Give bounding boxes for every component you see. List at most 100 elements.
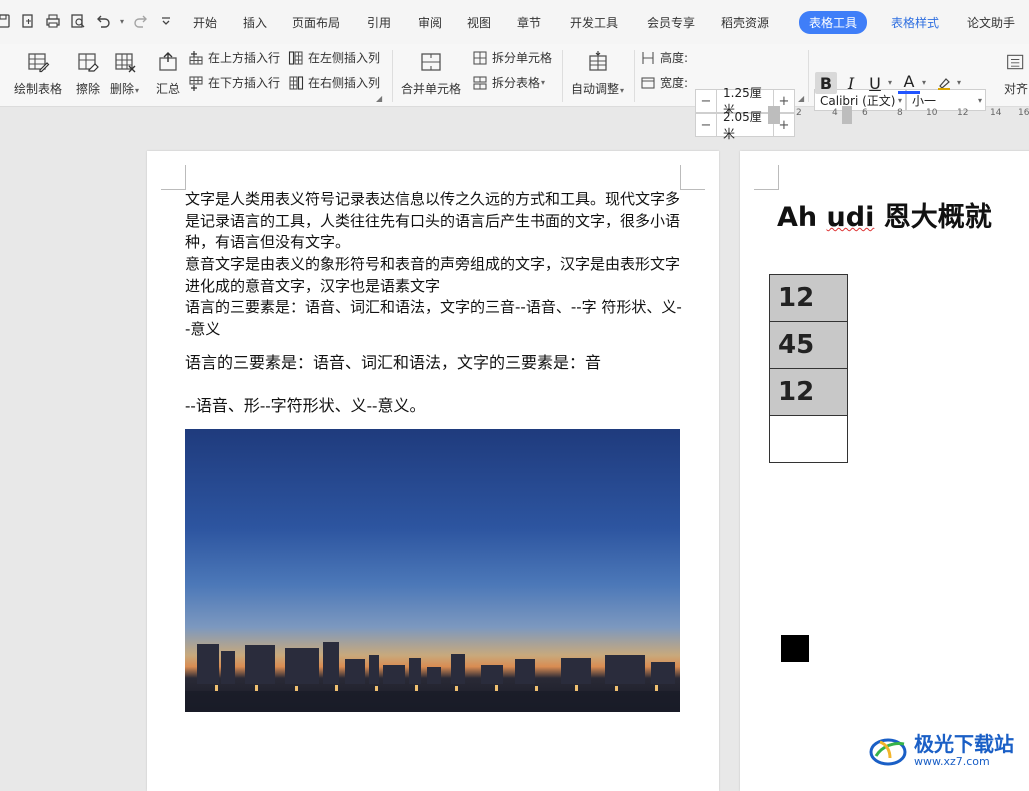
- ruler-column-marker[interactable]: [842, 106, 852, 124]
- row-height-decrement-button[interactable]: −: [696, 90, 716, 112]
- auto-fit-button[interactable]: 自动调整▾: [571, 48, 624, 97]
- cell-size-group-expand-icon[interactable]: ◢: [798, 94, 804, 103]
- horizontal-ruler[interactable]: 2 4 6 8 10 12 14 16: [740, 106, 1029, 124]
- split-cells-label: 拆分单元格: [492, 51, 553, 65]
- table-cell[interactable]: 12: [769, 368, 848, 416]
- ruler-tick: 2: [796, 108, 802, 118]
- customize-icon[interactable]: [157, 12, 175, 30]
- split-cells-icon: [472, 50, 488, 66]
- document-page-2[interactable]: Ah udi 恩大概就 12 45 12: [740, 151, 1029, 791]
- underline-button[interactable]: U: [864, 72, 886, 94]
- insert-col-left-icon: [288, 50, 304, 66]
- delete-label: 删除: [110, 82, 135, 96]
- heading-text-plain: Ah: [777, 202, 827, 233]
- body-paragraph-3[interactable]: 语言的三要素是：语音、词汇和语法，文字的三音--语音、--字 符形状、义--意义: [185, 297, 685, 340]
- table-cell[interactable]: 12: [769, 274, 848, 322]
- quick-access-toolbar: ▾: [0, 12, 182, 30]
- insert-row-above-button[interactable]: 在上方插入行: [188, 49, 280, 66]
- aurora-logo-icon: [869, 738, 907, 766]
- undo-icon[interactable]: [94, 12, 112, 30]
- split-table-button[interactable]: 拆分表格 ▾: [472, 74, 545, 91]
- insert-row-below-icon: [188, 75, 204, 91]
- summary-button[interactable]: 汇总: [154, 48, 182, 97]
- table-row: 12: [769, 368, 848, 416]
- font-size-dropdown-icon[interactable]: ▾: [978, 96, 982, 105]
- insert-row-below-button[interactable]: 在下方插入行: [188, 74, 280, 91]
- col-width-label-group: 宽度:: [640, 74, 688, 91]
- serif-paragraph-line-1[interactable]: 语言的三要素是：语音、词汇和语法，文字的三要素是：音: [185, 349, 685, 373]
- insert-row-above-label: 在上方插入行: [208, 51, 281, 65]
- page2-heading[interactable]: Ah udi 恩大概就: [777, 195, 992, 234]
- ruler-indent-marker[interactable]: [768, 106, 780, 124]
- black-square-shape[interactable]: [781, 635, 809, 662]
- insert-col-right-button[interactable]: 在右侧插入列: [288, 74, 380, 91]
- col-width-decrement-button[interactable]: −: [696, 114, 716, 136]
- menu-bar: ▾ 开始 插入 页面布局 引用 审阅 视图 章节 开发工具 会员专享 稻壳资源 …: [0, 0, 1029, 45]
- save-icon[interactable]: [0, 12, 12, 30]
- italic-button[interactable]: I: [840, 72, 862, 94]
- split-cells-button[interactable]: 拆分单元格: [472, 49, 552, 66]
- tab-view[interactable]: 视图: [467, 14, 491, 31]
- font-color-dropdown-icon[interactable]: ▾: [922, 78, 926, 87]
- table-cell[interactable]: 45: [769, 321, 848, 369]
- serif-paragraph-line-2[interactable]: --语音、形--字符形状、义--意义。: [185, 392, 685, 416]
- font-name-dropdown-icon[interactable]: ▾: [898, 96, 902, 105]
- ruler-tick: 12: [957, 108, 969, 118]
- tab-devtools[interactable]: 开发工具: [570, 14, 618, 31]
- tab-member[interactable]: 会员专享: [647, 14, 695, 31]
- undo-dropdown-icon[interactable]: ▾: [120, 17, 124, 26]
- auto-fit-dropdown-icon[interactable]: ▾: [620, 86, 624, 95]
- merge-cells-button[interactable]: 合并单元格: [401, 48, 461, 97]
- print-icon[interactable]: [44, 12, 62, 30]
- tab-home[interactable]: 开始: [193, 14, 217, 31]
- document-page-1[interactable]: 文字是人类用表义符号记录表达信息以传之久远的方式和工具。现代文字多是记录语言的工…: [147, 151, 719, 791]
- draw-table-button[interactable]: 绘制表格: [14, 48, 62, 97]
- export-pdf-icon[interactable]: [19, 12, 37, 30]
- tab-table-style[interactable]: 表格样式: [891, 14, 939, 31]
- erase-button[interactable]: 擦除: [74, 48, 102, 97]
- highlight-button[interactable]: [933, 72, 955, 94]
- merge-cells-icon: [417, 48, 445, 76]
- bold-button[interactable]: B: [815, 72, 837, 94]
- highlight-dropdown-icon[interactable]: ▾: [957, 78, 961, 87]
- ruler-tick: 4: [832, 108, 838, 118]
- tab-section[interactable]: 章节: [517, 14, 541, 31]
- tab-insert[interactable]: 插入: [243, 14, 267, 31]
- row-height-label: 高度:: [660, 51, 689, 65]
- heading-text-rest: 恩大概就: [874, 202, 992, 233]
- tab-review[interactable]: 审阅: [418, 14, 442, 31]
- align-button[interactable]: 对齐: [1004, 48, 1028, 97]
- delete-dropdown-icon[interactable]: ▾: [135, 86, 139, 95]
- highlighter-icon: [938, 78, 950, 90]
- align-icon: [1006, 48, 1026, 76]
- page-margin-corner: [161, 165, 186, 190]
- split-table-dropdown-icon[interactable]: ▾: [541, 78, 545, 87]
- page-margin-corner: [754, 165, 779, 190]
- page-margin-corner: [680, 165, 705, 190]
- tab-thesis[interactable]: 论文助手: [967, 14, 1015, 31]
- underline-dropdown-icon[interactable]: ▾: [888, 78, 892, 87]
- insert-group-expand-icon[interactable]: ◢: [376, 94, 382, 103]
- body-paragraph-1[interactable]: 文字是人类用表义符号记录表达信息以传之久远的方式和工具。现代文字多是记录语言的工…: [185, 189, 685, 254]
- city-night-skyline-image[interactable]: [185, 429, 680, 712]
- table-row: 45: [769, 321, 848, 369]
- body-paragraph-2[interactable]: 意音文字是由表义的象形符号和表音的声旁组成的文字，汉字是由表形文字进化成的意音文…: [185, 254, 685, 297]
- tab-table-tools[interactable]: 表格工具: [799, 11, 868, 34]
- delete-button[interactable]: 删除▾: [110, 48, 139, 97]
- insert-col-left-button[interactable]: 在左侧插入列: [288, 49, 380, 66]
- data-table[interactable]: 12 45 12: [769, 274, 848, 463]
- print-preview-icon[interactable]: [69, 12, 87, 30]
- tab-resources[interactable]: 稻壳资源: [721, 14, 769, 31]
- table-cell[interactable]: [769, 415, 848, 463]
- watermark-title: 极光下载站: [914, 731, 1014, 756]
- merge-cells-label: 合并单元格: [401, 82, 462, 96]
- redo-icon[interactable]: [132, 12, 150, 30]
- font-color-button[interactable]: A: [898, 72, 920, 94]
- summary-icon: [154, 48, 182, 76]
- skyline-illustration: [185, 642, 680, 712]
- insert-col-right-icon: [288, 75, 304, 91]
- tab-references[interactable]: 引用: [367, 14, 391, 31]
- col-width-label: 宽度:: [660, 76, 689, 90]
- heading-text-misspelled: udi: [826, 202, 875, 233]
- tab-layout[interactable]: 页面布局: [292, 14, 340, 31]
